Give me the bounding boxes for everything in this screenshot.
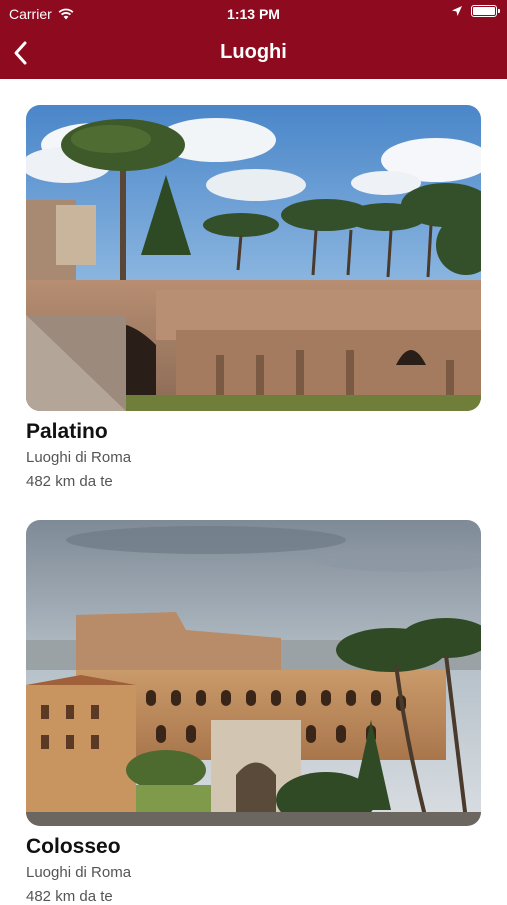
status-time: 1:13 PM [227, 6, 280, 22]
place-name: Colosseo [26, 835, 121, 858]
place-card-colosseo[interactable]: Colosseo Luoghi di Roma 482 km da te [26, 520, 481, 905]
place-distance: 482 km da te [26, 888, 113, 905]
status-bar: Carrier 1:13 PM [0, 0, 507, 28]
place-name: Palatino [26, 420, 108, 443]
place-card-palatino[interactable]: Palatino Luoghi di Roma 482 km da te [26, 105, 481, 490]
navigation-bar: Luoghi [0, 28, 507, 79]
status-icons [451, 5, 500, 17]
page-title: Luoghi [220, 41, 287, 63]
place-image[interactable] [26, 105, 481, 411]
place-category: Luoghi di Roma [26, 864, 132, 881]
place-image[interactable] [26, 520, 481, 826]
app-header: Carrier 1:13 PM Luoghi [0, 0, 507, 79]
place-category: Luoghi di Roma [26, 449, 132, 466]
battery-icon [471, 5, 500, 17]
location-arrow-icon [452, 6, 462, 16]
place-distance: 482 km da te [26, 473, 113, 490]
